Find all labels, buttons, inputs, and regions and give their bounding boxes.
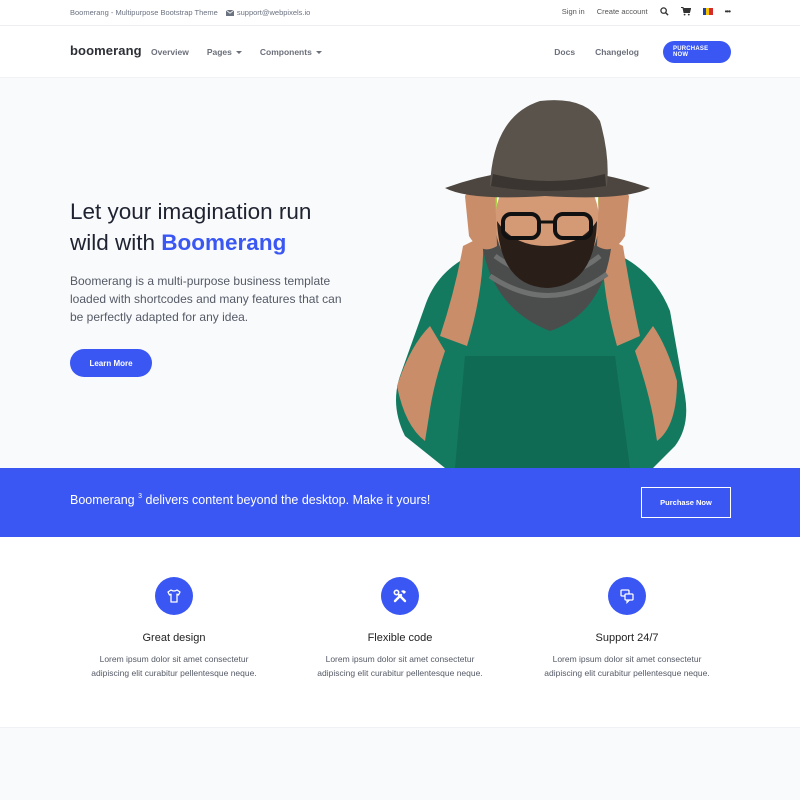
brand-logo[interactable]: boomerang [70, 43, 142, 58]
nav-components-label: Components [259, 47, 312, 57]
feature-description-line2: adipiscing elit curabitur pellentesque n… [317, 668, 483, 678]
main-navbar: boomerang Overview Pages Components Docs… [0, 26, 800, 78]
search-icon[interactable] [659, 7, 669, 16]
hero-title: Let your imagination run wild with Boome… [70, 196, 370, 258]
hero-title-line1: Let your imagination run [70, 199, 312, 224]
top-bar: Boomerang - Multipurpose Bootstrap Theme… [0, 0, 800, 26]
hero-title-accent: Boomerang [161, 230, 287, 255]
cart-icon[interactable] [680, 7, 691, 16]
purchase-now-nav-button[interactable]: PURCHASE NOW [663, 41, 731, 63]
feature-description-line2: adipiscing elit curabitur pellentesque n… [91, 668, 257, 678]
learn-more-button[interactable]: Learn More [70, 349, 152, 377]
nav-right: Docs Changelog PURCHASE NOW [554, 41, 731, 63]
more-options-icon[interactable]: ••• [725, 7, 731, 16]
chat-icon [620, 589, 634, 604]
feature-flexible-code: Flexible code Lorem ipsum dolor sit amet… [290, 577, 510, 680]
cta-text-superscript: 3 [138, 493, 143, 500]
feature-description-line2: adipiscing elit curabitur pellentesque n… [544, 668, 710, 678]
hero-section: Let your imagination run wild with Boome… [0, 78, 800, 468]
feature-icon-circle [381, 577, 419, 615]
nav-components-dropdown[interactable]: Components [260, 47, 322, 57]
cta-text: Boomerang 3 delivers content beyond the … [70, 493, 430, 507]
nav-changelog[interactable]: Changelog [595, 47, 639, 57]
nav-pages-label: Pages [206, 47, 232, 57]
feature-description-line1: Lorem ipsum dolor sit amet consectetur [325, 654, 475, 664]
hero-description: Boomerang is a multi-purpose business te… [70, 274, 342, 324]
feature-title: Great design [142, 632, 206, 644]
envelope-icon [225, 9, 234, 16]
top-bar-left: Boomerang - Multipurpose Bootstrap Theme… [70, 8, 310, 17]
support-email: support@webpixels.io [236, 8, 311, 17]
nav-links: Overview Pages Components [151, 47, 322, 57]
language-flag-icon[interactable] [702, 8, 713, 15]
create-account-link[interactable]: Create account [597, 7, 648, 16]
hero-title-line2-prefix: wild with [70, 230, 156, 255]
bottom-section [0, 727, 800, 800]
nav-docs[interactable]: Docs [554, 47, 575, 57]
feature-description-line1: Lorem ipsum dolor sit amet consectetur [99, 654, 249, 664]
nav-pages-dropdown[interactable]: Pages [207, 47, 242, 57]
top-bar-right: Sign in Create account ••• [562, 7, 731, 16]
nav-overview[interactable]: Overview [151, 47, 189, 57]
tshirt-icon [167, 589, 181, 603]
chevron-down-icon [315, 50, 322, 54]
support-email-link[interactable]: support@webpixels.io [225, 8, 311, 17]
chevron-down-icon [235, 50, 242, 54]
feature-title: Flexible code [367, 632, 433, 644]
purchase-now-button[interactable]: Purchase Now [641, 487, 731, 518]
features-section: Great design Lorem ipsum dolor sit amet … [0, 537, 800, 727]
cta-text-suffix: delivers content beyond the desktop. Mak… [145, 493, 431, 507]
feature-title: Support 24/7 [595, 632, 659, 644]
feature-description: Lorem ipsum dolor sit amet consectetur a… [64, 652, 284, 680]
theme-name: Boomerang - Multipurpose Bootstrap Theme [70, 8, 218, 17]
tools-icon [393, 589, 407, 603]
cta-text-prefix: Boomerang [70, 493, 135, 507]
feature-icon-circle [608, 577, 646, 615]
feature-icon-circle [155, 577, 193, 615]
feature-description: Lorem ipsum dolor sit amet consectetur a… [517, 652, 737, 680]
feature-description: Lorem ipsum dolor sit amet consectetur a… [290, 652, 510, 680]
hero-person-image [396, 100, 687, 468]
feature-support: Support 24/7 Lorem ipsum dolor sit amet … [517, 577, 737, 680]
feature-great-design: Great design Lorem ipsum dolor sit amet … [64, 577, 284, 680]
feature-description-line1: Lorem ipsum dolor sit amet consectetur [552, 654, 702, 664]
sign-in-link[interactable]: Sign in [562, 7, 585, 16]
